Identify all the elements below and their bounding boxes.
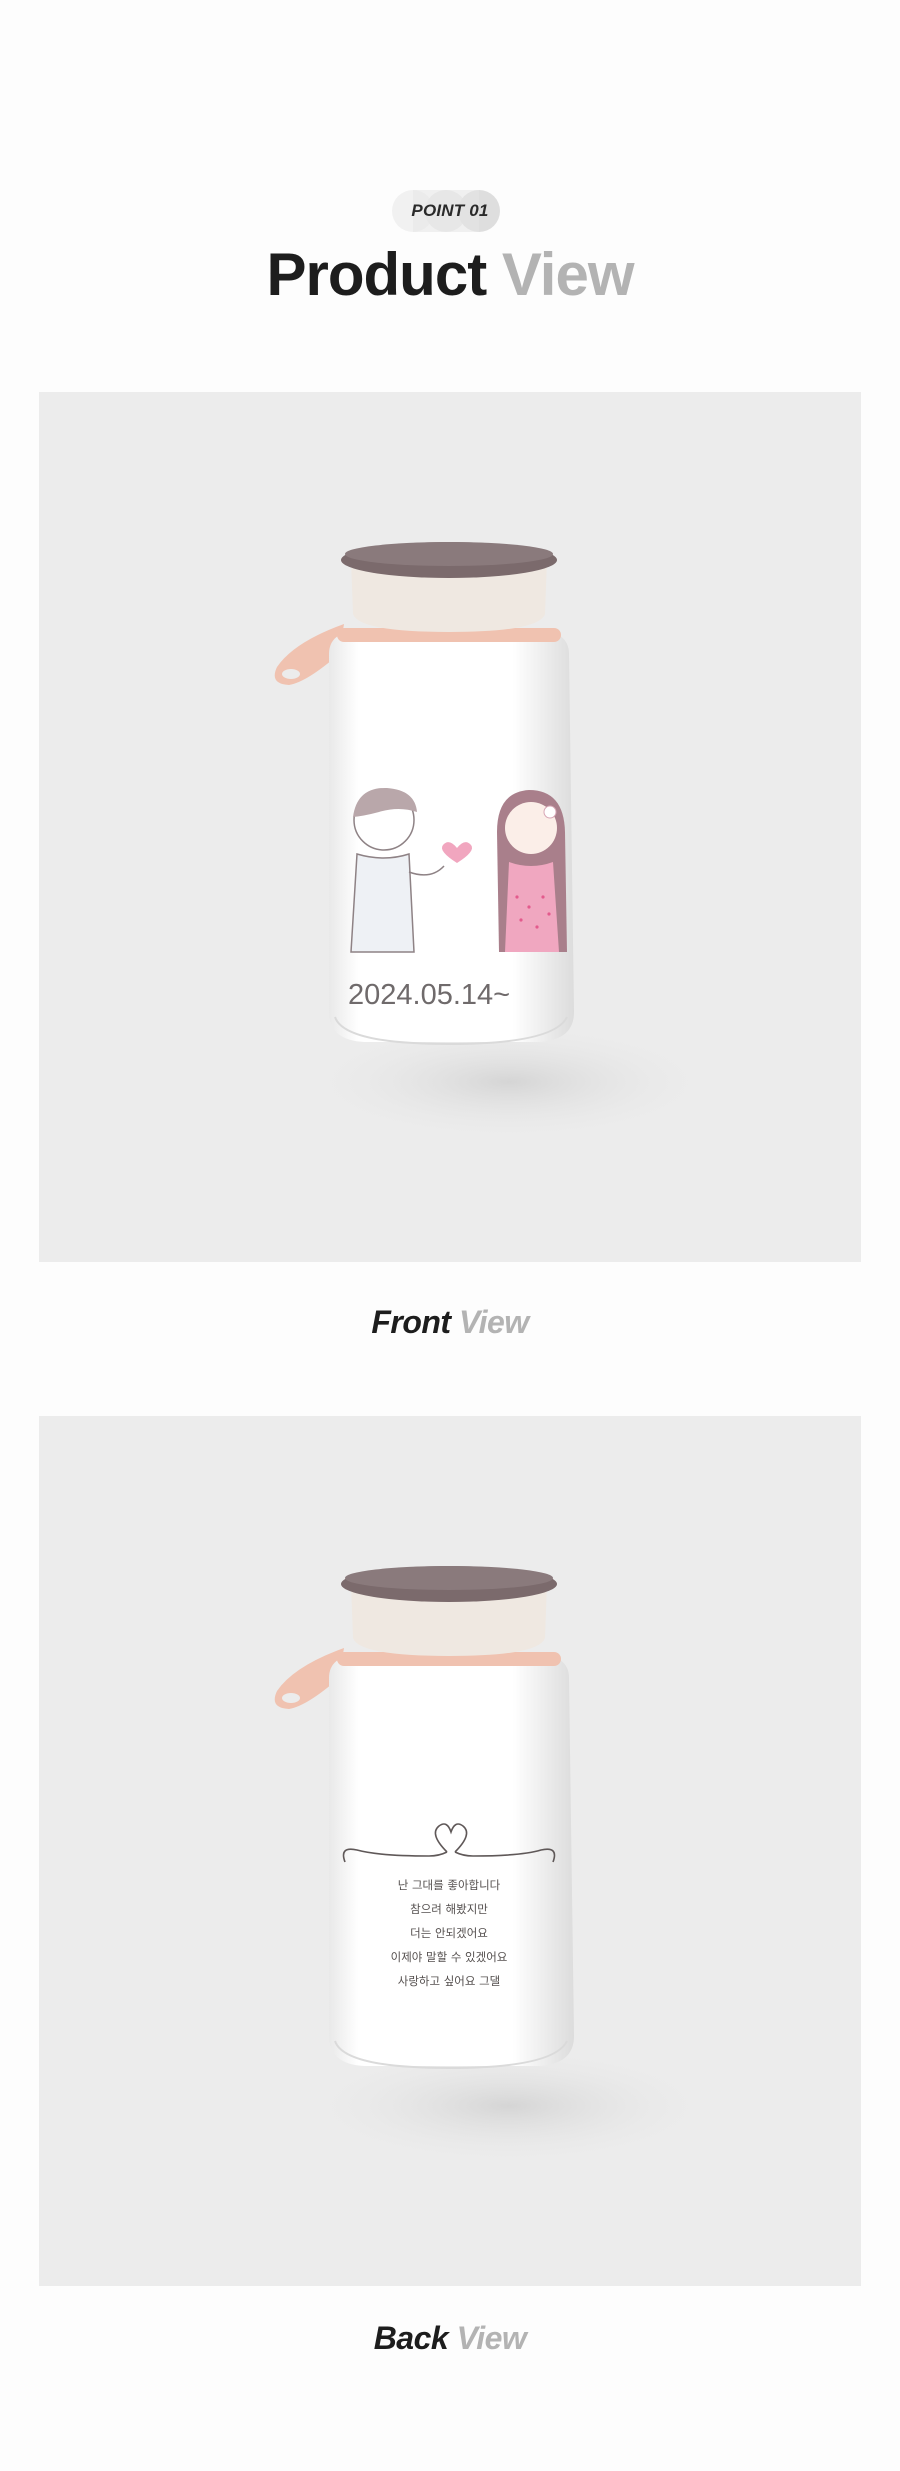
point-badge: POINT 01 [0,190,900,232]
page-title-dark: Product [266,241,488,308]
page-title-light: View [501,241,635,308]
back-view-panel: 난 그대를 좋아합니다 참으려 해봤지만 더는 안되겠어요 이제야 말할 수 있… [39,1416,861,2286]
poem-line: 사랑하고 싶어요 그댈 [398,1974,501,1988]
point-badge-pill: POINT 01 [391,190,508,232]
anniversary-date: 2024.05.14~ [348,979,510,1011]
poem-line: 이제야 말할 수 있겠어요 [391,1950,508,1964]
back-caption-light: View [456,2320,527,2356]
back-caption-dark: Back [373,2320,449,2356]
front-caption-light: View [458,1304,529,1340]
front-bottle-illustration: 2024.05.14~ [274,542,719,1142]
back-bottle-illustration: 난 그대를 좋아합니다 참으려 해봤지만 더는 안되겠어요 이제야 말할 수 있… [274,1566,719,2166]
front-view-panel: 2024.05.14~ [39,392,861,1262]
poem-line: 더는 안되겠어요 [410,1926,488,1940]
front-view-caption: Front View [0,1300,900,1344]
bottle-body [329,1654,574,2066]
poem-line: 난 그대를 좋아합니다 [398,1878,501,1892]
point-label: POINT 01 [411,201,489,220]
poem-line: 참으려 해봤지만 [410,1902,488,1916]
page-title: Product View [0,240,900,310]
front-caption-dark: Front [371,1304,451,1340]
back-view-caption: Back View [0,2316,900,2360]
